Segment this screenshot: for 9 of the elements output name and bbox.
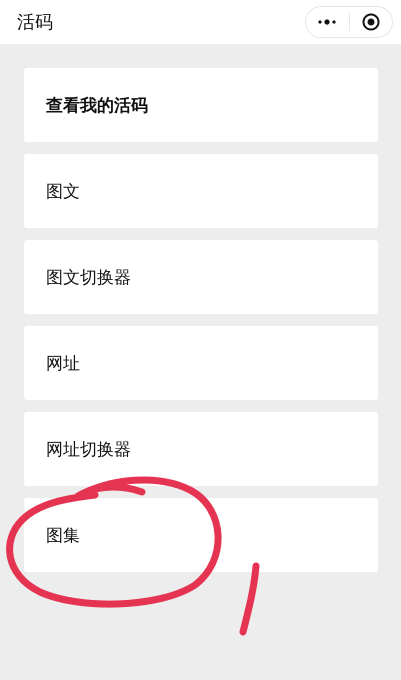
menu-item[interactable]: 网址 [24, 326, 378, 400]
menu-item[interactable]: 网址切换器 [24, 412, 378, 486]
menu-item[interactable]: 图文 [24, 154, 378, 228]
page-title: 活码 [17, 11, 53, 34]
menu-item[interactable]: 查看我的活码 [24, 68, 378, 142]
menu-item[interactable]: 图文切换器 [24, 240, 378, 314]
target-icon [362, 13, 380, 31]
more-icon [317, 19, 338, 25]
menu-item[interactable]: 图集 [24, 498, 378, 572]
